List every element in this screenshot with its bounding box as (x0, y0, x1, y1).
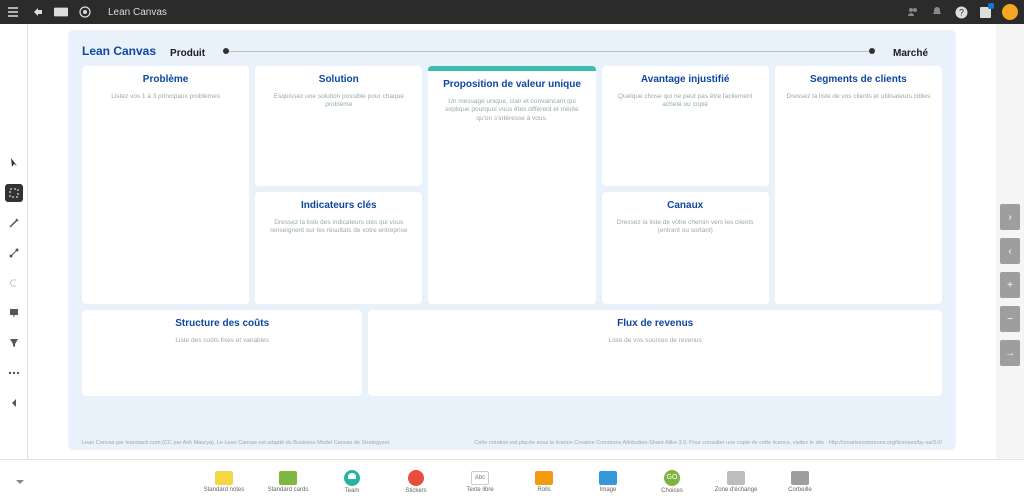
stage[interactable]: Lean Canvas Produit Marché Problème Liste… (28, 24, 996, 459)
zoom-out-icon[interactable]: − (1000, 306, 1020, 332)
dock-label: Stickers (405, 488, 426, 494)
dock-collapse-icon[interactable] (14, 476, 26, 488)
left-toolbar (0, 24, 28, 503)
axis: Produit Marché (176, 51, 922, 52)
card-desc: Dressez la liste de votre chemin vers le… (612, 219, 759, 236)
card-solution[interactable]: Solution Esquissez une solution possible … (255, 66, 422, 186)
card-icon (279, 471, 297, 485)
connector-tool[interactable] (5, 244, 23, 262)
logo-icon (78, 5, 92, 19)
canvas-title: Lean Canvas (82, 44, 156, 58)
save-icon[interactable] (978, 5, 992, 19)
card-advantage[interactable]: Avantage injustifié Quelque chose qui ne … (602, 66, 769, 186)
footnote-right: Cette création est placée sous la licenc… (474, 440, 942, 446)
card-costs[interactable]: Structure des coûts Liste des coûts fixes… (82, 310, 362, 396)
footnote-left: Lean Canvas par leanstack.com (CC par As… (82, 440, 391, 446)
dock-stickers[interactable]: Stickers (394, 470, 438, 494)
axis-left-label: Produit (170, 48, 205, 59)
topbar: Lean Canvas ? (0, 0, 1024, 24)
axis-right-label: Marché (893, 48, 928, 59)
right-toolbar: › ‹ + − → (996, 24, 1024, 366)
board-icon[interactable] (54, 5, 68, 19)
dock-standard-cards[interactable]: Standard cards (266, 471, 310, 493)
users-icon[interactable] (906, 5, 920, 19)
image-icon (599, 471, 617, 485)
dock-text[interactable]: Abc Texte libre (458, 471, 502, 493)
dock-label: Zone d'échange (715, 487, 758, 493)
card-desc: Un message unique, clair et convaincant … (438, 98, 585, 123)
card-title: Flux de revenus (617, 318, 693, 329)
dock-image[interactable]: Image (586, 471, 630, 493)
card-title: Canaux (667, 200, 703, 211)
card-title: Structure des coûts (175, 318, 269, 329)
filter-tool[interactable] (5, 334, 23, 352)
dock-label: Team (345, 488, 360, 494)
pointer-tool[interactable] (5, 154, 23, 172)
lean-canvas: Lean Canvas Produit Marché Problème Liste… (68, 30, 956, 450)
card-desc: Quelque chose qui ne peut pas être facil… (612, 93, 759, 110)
pencil-tool[interactable] (5, 214, 23, 232)
dock-standard-notes[interactable]: Standard notes (202, 471, 246, 493)
menu-icon[interactable] (6, 5, 20, 19)
team-icon (344, 470, 360, 486)
card-problem[interactable]: Problème Listez vos 1 à 3 principaux prob… (82, 66, 249, 304)
back-icon[interactable] (30, 5, 44, 19)
card-desc: Dressez la liste des indicateurs clés qu… (265, 219, 412, 236)
svg-text:?: ? (958, 7, 963, 17)
present-tool[interactable] (5, 304, 23, 322)
dock-team[interactable]: Team (330, 470, 374, 494)
card-title: Avantage injustifié (641, 74, 730, 85)
card-title: Solution (319, 74, 359, 85)
zoom-in-icon[interactable]: + (1000, 272, 1020, 298)
go-icon: GO (664, 470, 680, 486)
card-title: Indicateurs clés (301, 200, 377, 211)
card-desc: Liste de vos sources de revenus (609, 337, 702, 345)
dock-label: Standard cards (268, 487, 309, 493)
page-title: Lean Canvas (108, 7, 167, 18)
undo-tool[interactable] (5, 274, 23, 292)
dock-exchange[interactable]: Zone d'échange (714, 471, 758, 493)
card-desc: Esquissez une solution possible pour cha… (265, 93, 412, 110)
text-icon: Abc (471, 471, 489, 485)
roll-icon (535, 471, 553, 485)
select-tool[interactable] (5, 184, 23, 202)
note-icon (215, 471, 233, 485)
fit-icon[interactable]: → (1000, 340, 1020, 366)
card-segments[interactable]: Segments de clients Dressez la liste de v… (775, 66, 942, 304)
dock-label: Corbeille (788, 487, 812, 493)
card-desc: Liste des coûts fixes et variables (175, 337, 269, 345)
collapse-left-tool[interactable] (5, 394, 23, 412)
exchange-icon (727, 471, 745, 485)
card-title: Proposition de valeur unique (443, 79, 581, 90)
card-desc: Dressez la liste de vos clients et utili… (787, 93, 931, 101)
card-desc: Listez vos 1 à 3 principaux problèmes (111, 93, 220, 101)
dock-label: Image (600, 487, 617, 493)
card-title: Problème (143, 74, 189, 85)
card-revenue[interactable]: Flux de revenus Liste de vos sources de r… (368, 310, 942, 396)
dock-trash[interactable]: Corbeille (778, 471, 822, 493)
bell-icon[interactable] (930, 5, 944, 19)
dock: Standard notes Standard cards Team Stick… (0, 459, 1024, 503)
card-uvp[interactable]: Proposition de valeur unique Un message u… (428, 66, 595, 304)
more-tool[interactable] (5, 364, 23, 382)
dock-label: Standard notes (204, 487, 245, 493)
dock-choices[interactable]: GO Choices (650, 470, 694, 494)
avatar[interactable] (1002, 4, 1018, 20)
trash-icon (791, 471, 809, 485)
nav-right-icon[interactable]: › (1000, 204, 1020, 230)
help-icon[interactable]: ? (954, 5, 968, 19)
sticker-icon (408, 470, 424, 486)
dock-rolls[interactable]: Rolls (522, 471, 566, 493)
dock-label: Choices (661, 488, 683, 494)
card-title: Segments de clients (810, 74, 907, 85)
nav-left-icon[interactable]: ‹ (1000, 238, 1020, 264)
card-channels[interactable]: Canaux Dressez la liste de votre chemin v… (602, 192, 769, 304)
dock-label: Rolls (537, 487, 550, 493)
card-metrics[interactable]: Indicateurs clés Dressez la liste des ind… (255, 192, 422, 304)
dock-label: Texte libre (466, 487, 493, 493)
